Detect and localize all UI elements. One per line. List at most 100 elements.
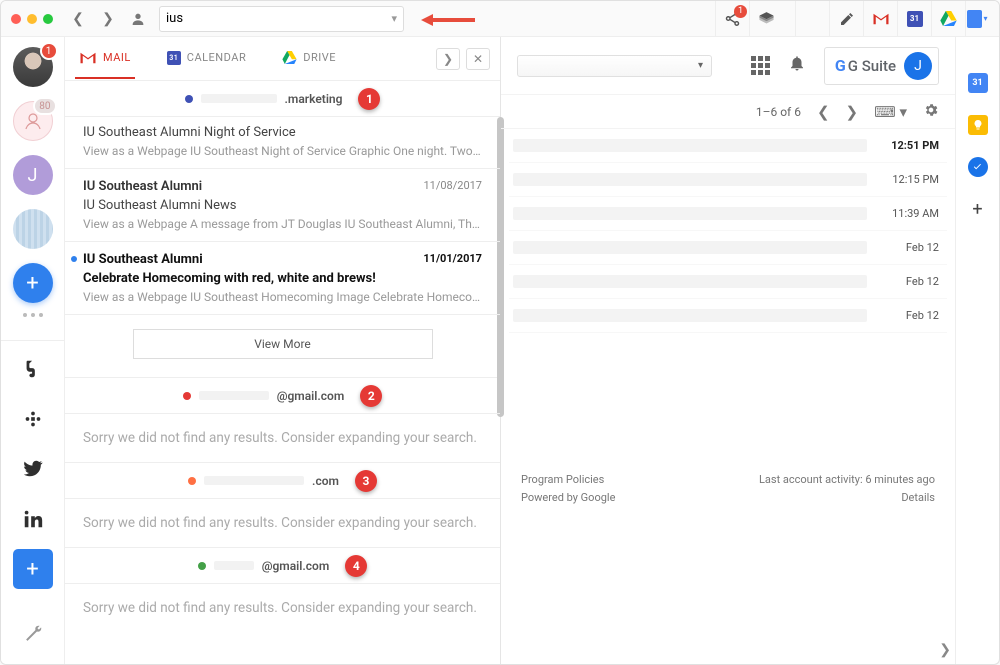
tab-calendar[interactable]: 31 CALENDAR [163, 39, 250, 79]
dots-indicator [23, 313, 43, 317]
avatar-2-badge: 80 [33, 97, 56, 115]
footer-powered: Powered by Google [521, 491, 615, 504]
account-4-label: @gmail.com [262, 559, 330, 573]
drive-icon[interactable] [931, 1, 965, 37]
view-more-button[interactable]: View More [133, 329, 433, 359]
message-row[interactable]: 12:51 PM [509, 129, 947, 163]
settings-icon[interactable] [13, 614, 53, 654]
account-avatar-4[interactable] [13, 209, 53, 249]
message-subject-mask [513, 275, 867, 288]
message-time: 12:15 PM [879, 173, 939, 186]
footer-policies[interactable]: Program Policies [521, 473, 615, 486]
account-4-dot [198, 562, 206, 570]
mail-item-2[interactable]: IU Southeast Alumni 11/08/2017 IU Southe… [65, 169, 500, 242]
chevron-down-icon[interactable]: ▾ [391, 12, 397, 25]
gmail-message-list: 12:51 PM 12:15 PM 11:39 AM Feb 12 Feb 12 Feb … [501, 129, 955, 333]
expand-icon[interactable]: ❯ [436, 48, 460, 70]
evernote-icon[interactable] [13, 349, 53, 389]
account-header-2: @gmail.com 2 [65, 378, 500, 414]
account-4-mask [214, 561, 254, 570]
user-avatar[interactable]: J [904, 52, 932, 80]
expand-chevron-icon[interactable]: ❯ [939, 642, 951, 658]
mail-item-1[interactable]: IU Southeast Alumni IU Southeast Alumni … [65, 117, 500, 169]
search-results-panel: MAIL 31 CALENDAR DRIVE ❯ ✕ . [65, 37, 501, 664]
gsuite-button[interactable]: G G Suite J [824, 47, 939, 85]
arrow-callout [421, 11, 475, 29]
mail-preview: View as a Webpage IU Southeast Night of … [83, 144, 482, 158]
notifications-icon[interactable] [788, 54, 806, 77]
linkedin-icon[interactable] [13, 499, 53, 539]
footer-details[interactable]: Details [759, 491, 935, 504]
keep-addon-icon[interactable] [968, 115, 988, 135]
mail-preview: View as a Webpage IU Southeast Homecomin… [83, 290, 482, 304]
slack-icon[interactable] [13, 399, 53, 439]
message-row[interactable]: Feb 12 [509, 299, 947, 333]
add-addon-icon[interactable]: + [968, 199, 988, 219]
message-time: 11:39 AM [879, 207, 939, 220]
search-input-wrap[interactable]: ▾ [159, 6, 404, 32]
account-1-mask [201, 94, 277, 103]
account-3-dot [188, 477, 196, 485]
minimize-window[interactable] [27, 14, 37, 24]
twitter-icon[interactable] [13, 449, 53, 489]
back-button[interactable]: ❮ [63, 5, 93, 33]
message-row[interactable]: 11:39 AM [509, 197, 947, 231]
gmail-icon[interactable] [863, 1, 897, 37]
message-subject-mask [513, 139, 867, 152]
calendar-addon-icon[interactable]: 31 [968, 73, 988, 93]
message-time: Feb 12 [879, 275, 939, 288]
prev-page-icon[interactable]: ❮ [817, 103, 830, 121]
share-badge: 1 [734, 5, 747, 18]
tab-calendar-label: CALENDAR [187, 51, 246, 64]
tab-drive[interactable]: DRIVE [278, 39, 340, 78]
account-header-1: .marketing 1 [65, 81, 500, 117]
message-subject-mask [513, 173, 867, 186]
docs-icon[interactable]: ▾ [965, 1, 999, 37]
account-3-label: .com [312, 474, 339, 488]
message-row[interactable]: Feb 12 [509, 265, 947, 299]
keyboard-icon[interactable]: ⌨ ▾ [874, 103, 907, 121]
tab-mail[interactable]: MAIL [75, 39, 135, 79]
forward-button[interactable]: ❯ [93, 5, 123, 33]
view-more-wrap: View More [65, 315, 500, 378]
message-time: 12:51 PM [879, 139, 939, 152]
layers-icon[interactable] [749, 1, 783, 37]
account-1-label: .marketing [285, 92, 343, 106]
profile-icon[interactable] [123, 5, 153, 33]
service-tabs: MAIL 31 CALENDAR DRIVE ❯ ✕ [65, 37, 500, 81]
gmail-label-dropdown[interactable]: ▾ [517, 55, 712, 77]
add-app-button[interactable]: + [13, 549, 53, 589]
account-header-4: @gmail.com 4 [65, 548, 500, 584]
account-2-label: @gmail.com [277, 389, 345, 403]
share-icon[interactable]: 1 [715, 1, 749, 37]
account-avatar-1[interactable]: 1 [13, 47, 53, 87]
mail-item-3[interactable]: IU Southeast Alumni 11/01/2017 Celebrate… [65, 242, 500, 315]
account-2-dot [183, 392, 191, 400]
right-sidebar: 31 + [955, 37, 999, 664]
message-row[interactable]: 12:15 PM [509, 163, 947, 197]
close-window[interactable] [11, 14, 21, 24]
mail-date: 11/08/2017 [423, 179, 482, 192]
maximize-window[interactable] [43, 14, 53, 24]
mail-from: IU Southeast Alumni [83, 179, 482, 194]
tasks-addon-icon[interactable] [968, 157, 988, 177]
top-right-tools: 1 31 ▾ [715, 1, 999, 36]
account-avatar-2[interactable]: 80 [13, 101, 53, 141]
message-row[interactable]: Feb 12 [509, 231, 947, 265]
top-toolbar: ❮ ❯ ▾ 1 31 [1, 1, 999, 37]
apps-grid-icon[interactable] [751, 56, 770, 75]
account-avatar-3[interactable]: J [13, 155, 53, 195]
add-account[interactable]: + [13, 263, 53, 303]
close-icon[interactable]: ✕ [466, 48, 490, 70]
next-page-icon[interactable]: ❯ [846, 103, 859, 121]
account-2-mask [199, 391, 269, 400]
search-input[interactable] [166, 11, 391, 26]
compose-icon[interactable] [829, 1, 863, 37]
no-results-text: Sorry we did not find any results. Consi… [65, 499, 500, 548]
no-results-text: Sorry we did not find any results. Consi… [65, 584, 500, 632]
calendar-icon[interactable]: 31 [897, 1, 931, 37]
gmail-list-toolbar: 1–6 of 6 ❮ ❯ ⌨ ▾ [501, 95, 955, 129]
gear-icon[interactable] [923, 102, 939, 122]
gsuite-label: G Suite [848, 57, 896, 75]
mail-from: IU Southeast Alumni [83, 252, 482, 267]
